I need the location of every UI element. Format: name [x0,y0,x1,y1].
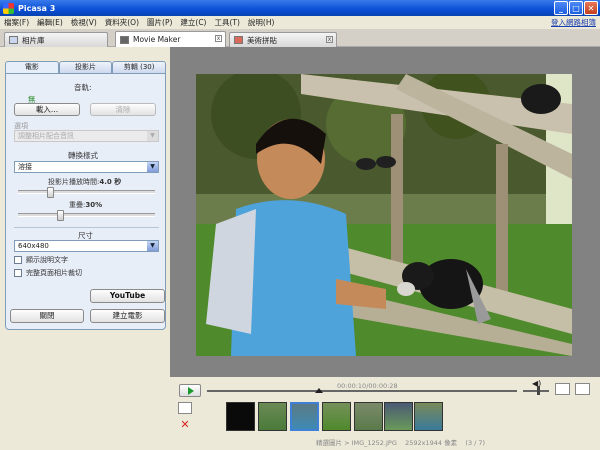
settings-subtabs: 電影 投影片 剪輯 (30) [5,61,167,73]
window-mode-button[interactable] [575,383,590,395]
full-frame-checkbox[interactable] [14,269,22,277]
overlap-value: 30% [85,201,103,209]
status-bar: 精選圖片 > IMG_1252.JPG 2592x1944 像素 (3 / 7) [316,437,485,447]
overlap-label: 重疊: [69,201,86,209]
film-icon [120,35,129,44]
film-thumbnail[interactable] [226,402,255,431]
audio-options-value: 調整相片配合音訊 [18,132,74,140]
tab-movie-maker-label: Movie Maker [133,35,181,44]
size-value: 640x480 [18,242,49,250]
film-thumbnail-selected[interactable] [290,402,319,431]
chevron-down-icon: ▼ [147,162,158,172]
delete-clip-icon[interactable]: ✕ [178,419,192,431]
film-thumbnail[interactable] [322,402,351,431]
status-path: 精選圖片 > IMG_1252.JPG [316,439,397,447]
timeline-marker[interactable] [315,388,323,393]
divider [14,227,159,228]
movie-preview-frame [196,74,572,356]
tab-library-label: 相片庫 [22,35,45,45]
film-thumbnail[interactable] [414,402,443,431]
slide-duration-label: 投影片播放時間: [48,178,100,186]
tab-collage[interactable]: 美術拼貼 x [229,32,337,47]
close-window-button[interactable]: ✕ [584,1,598,15]
tab-collage-label: 美術拼貼 [247,35,277,45]
sign-in-link[interactable]: 登入網路相簿 [551,17,596,28]
timeline-scrubber[interactable] [207,388,517,393]
transition-value: 溶接 [18,163,32,171]
size-select[interactable]: 640x480 ▼ [14,240,159,252]
chevron-down-icon: ▼ [147,241,158,251]
full-frame-label: 完整頁面相片裁切 [26,269,82,277]
volume-slider[interactable] [523,386,549,395]
show-caption-checkbox[interactable] [14,256,22,264]
clear-audio-button[interactable]: 清除 [90,103,156,116]
volume-thumb[interactable] [537,386,540,395]
window-title: Picasa 3 [18,3,56,13]
status-index: (3 / 7) [465,439,486,447]
film-thumbnail[interactable] [354,402,383,431]
slide-duration-value: 4.0 秒 [99,178,122,186]
subtab-movie[interactable]: 電影 [5,61,59,73]
show-caption-label: 顯示說明文字 [26,256,68,264]
collage-icon [234,36,243,44]
menu-create[interactable]: 建立(C) [180,17,206,28]
menu-help[interactable]: 說明(H) [248,17,275,28]
menu-edit[interactable]: 編輯(E) [37,17,63,28]
menu-tools[interactable]: 工具(T) [214,17,239,28]
audio-track-label: 音軌: [74,83,92,92]
menu-picture[interactable]: 圖片(P) [147,17,172,28]
tab-movie-maker[interactable]: Movie Maker x [115,31,226,47]
film-thumbnail[interactable] [384,402,413,431]
overlap-thumb[interactable] [57,210,64,221]
player-controls: 00:00:10/00:00:28 ◀) ✕ 精選圖片 > IMG_1252.J… [170,377,600,450]
close-tab-icon[interactable]: x [326,36,333,43]
minimize-button[interactable]: _ [554,1,568,15]
time-readout: 00:00:10/00:00:28 [337,382,398,390]
slide-duration-slider[interactable] [18,187,155,198]
menu-view[interactable]: 檢視(V) [71,17,97,28]
picasa-logo-icon [3,2,14,14]
slide-duration-text: 投影片播放時間:4.0 秒 [48,177,121,187]
youtube-logo-icon: YouTube [110,291,145,300]
overlap-slider[interactable] [18,210,155,221]
film-thumbnail[interactable] [258,402,287,431]
subtab-clips[interactable]: 剪輯 (30) [112,61,167,73]
tab-library[interactable]: 相片庫 [4,32,108,47]
overlap-text: 重疊:30% [69,200,102,210]
load-audio-button[interactable]: 載入... [14,103,80,116]
status-dims: 2592x1944 像素 [405,439,458,447]
library-icon [9,36,18,44]
menu-bar: 檔案(F) 編輯(E) 檢視(V) 資料夾(O) 圖片(P) 建立(C) 工具(… [0,16,600,29]
slide-duration-thumb[interactable] [47,187,54,198]
chevron-down-icon: ▼ [147,131,158,141]
fullscreen-button[interactable] [555,383,570,395]
transition-label: 轉換樣式 [68,151,98,160]
preview-photo [196,74,572,356]
play-button[interactable] [179,384,201,397]
youtube-upload-button[interactable]: YouTube [90,289,165,303]
subtab-slide[interactable]: 投影片 [58,61,113,73]
menu-file[interactable]: 檔案(F) [4,17,29,28]
maximize-button[interactable]: □ [569,1,583,15]
create-movie-button[interactable]: 建立電影 [90,309,165,323]
youtube-label: YouTube [109,291,146,300]
movie-settings-panel: 電影 投影片 剪輯 (30) 音軌: 無 載入... 清除 選項 調整相片配合音… [0,47,170,450]
add-text-slide-button[interactable] [178,402,192,414]
window-controls: _ □ ✕ [554,1,598,15]
title-bar: Picasa 3 _ □ ✕ [0,0,600,16]
tab-strip: 相片庫 Movie Maker x 美術拼貼 x [0,29,600,47]
close-tab-icon[interactable]: x [215,35,222,42]
menu-folder[interactable]: 資料夾(O) [105,17,139,28]
audio-options-select[interactable]: 調整相片配合音訊 ▼ [14,130,159,142]
transition-select[interactable]: 溶接 ▼ [14,161,159,173]
close-button[interactable]: 關閉 [10,309,84,323]
